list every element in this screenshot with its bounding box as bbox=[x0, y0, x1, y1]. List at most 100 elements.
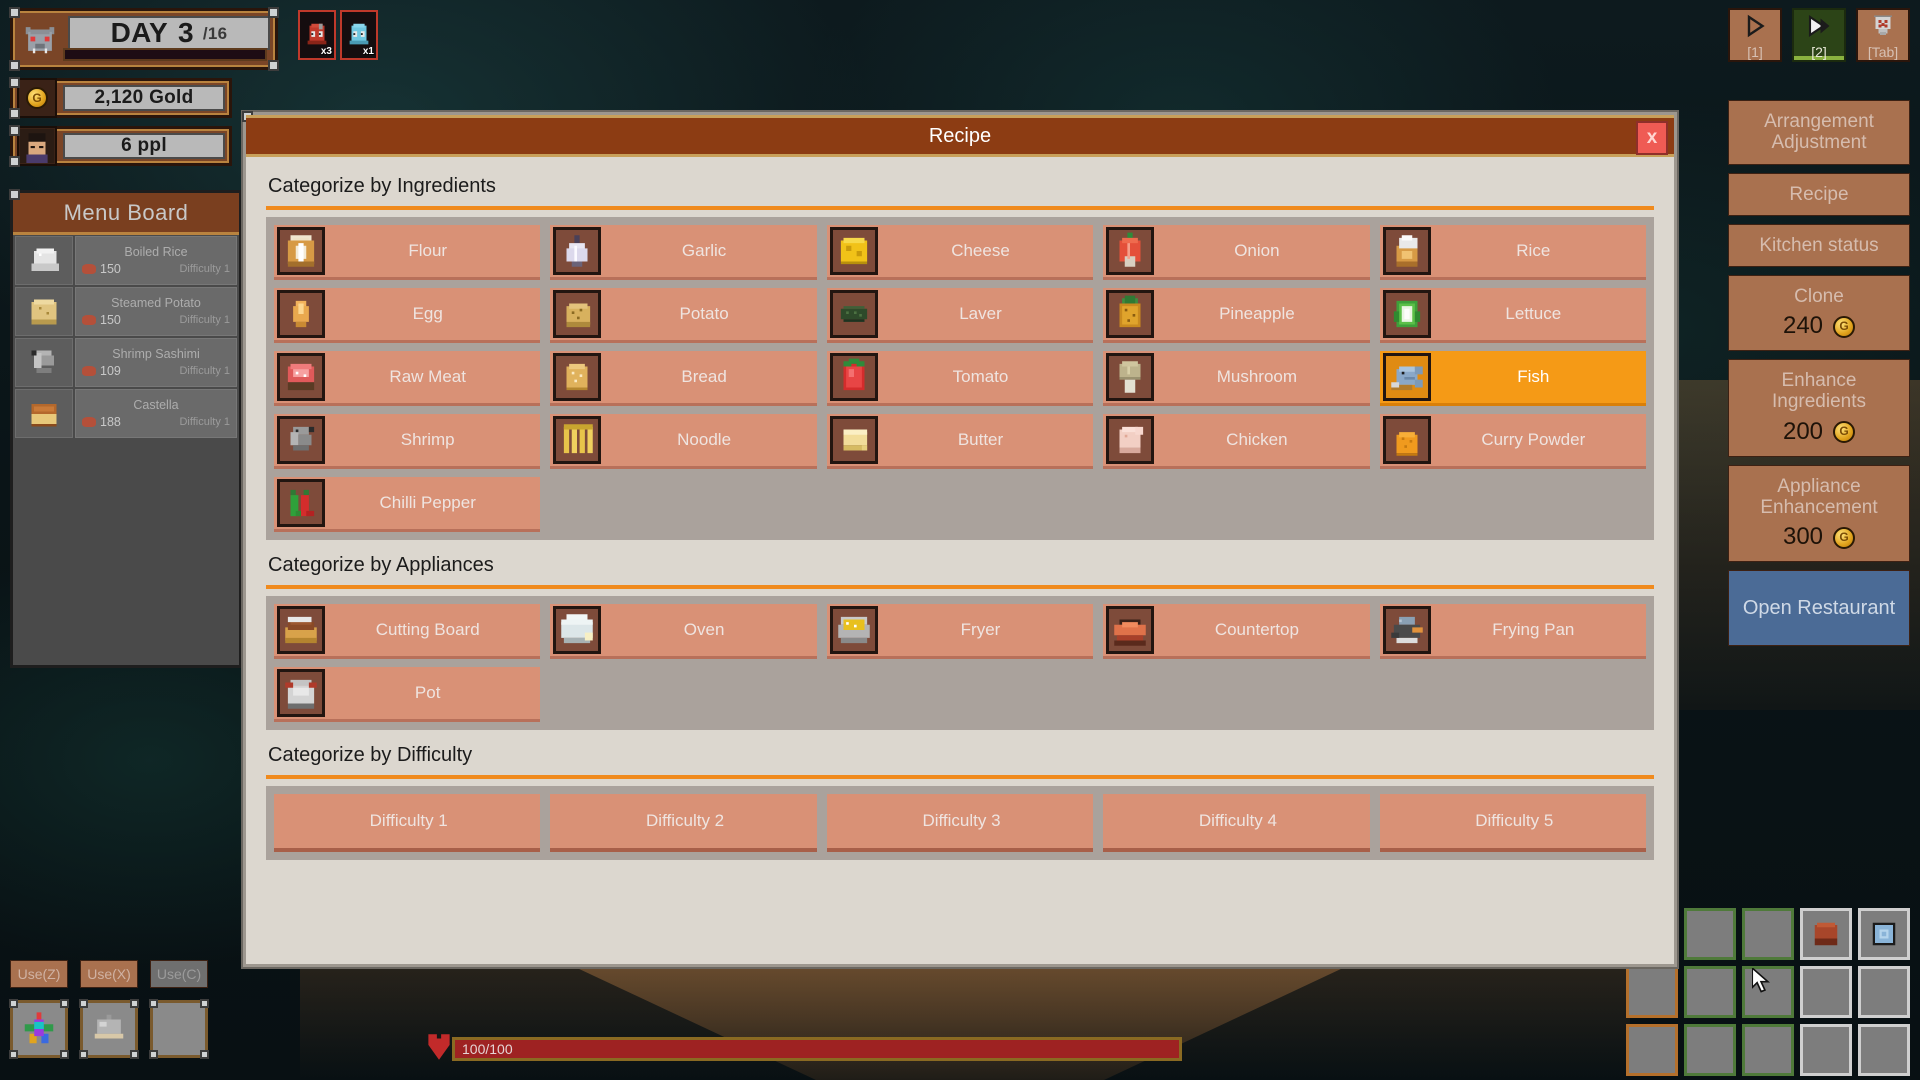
filter-item-oven[interactable]: Oven bbox=[550, 604, 817, 659]
inventory-cell-6[interactable] bbox=[1626, 966, 1678, 1018]
filter-item-bread[interactable]: Bread bbox=[550, 351, 817, 406]
filter-item-label: Difficulty 3 bbox=[922, 811, 1001, 830]
chilli-pepper-icon bbox=[277, 479, 325, 527]
inventory-cell-9[interactable] bbox=[1800, 966, 1852, 1018]
filter-item-potato[interactable]: Potato bbox=[550, 288, 817, 343]
item-slot-1[interactable] bbox=[9, 999, 69, 1059]
filter-item-noodle[interactable]: Noodle bbox=[550, 414, 817, 469]
corner-decor bbox=[268, 7, 279, 18]
filter-item-difficulty-4[interactable]: Difficulty 4 bbox=[1103, 794, 1370, 852]
inventory-cell-7[interactable] bbox=[1684, 966, 1736, 1018]
filter-item-rice[interactable]: Rice bbox=[1379, 225, 1646, 280]
filter-item-label: Difficulty 5 bbox=[1475, 811, 1554, 830]
shrimp-icon bbox=[277, 416, 325, 464]
filter-item-curry-powder[interactable]: Curry Powder bbox=[1379, 414, 1646, 469]
menu-item-name: Boiled Rice bbox=[124, 244, 188, 259]
corner-decor bbox=[200, 1050, 209, 1059]
filter-item-frying-pan[interactable]: Frying Pan bbox=[1379, 604, 1646, 659]
sidebar-button-label: Arrangement Adjustment bbox=[1764, 111, 1874, 154]
use-button-usec[interactable]: Use(C) bbox=[150, 960, 208, 988]
inventory-cell-4[interactable] bbox=[1800, 908, 1852, 960]
countertop-icon bbox=[1106, 606, 1155, 654]
corner-decor bbox=[9, 108, 20, 119]
hotkey-1-button[interactable]: [1] bbox=[1728, 8, 1782, 62]
filter-item-pot[interactable]: Pot bbox=[274, 667, 541, 722]
red-block-icon bbox=[1808, 916, 1844, 952]
inventory-cell-12[interactable] bbox=[1684, 1024, 1736, 1076]
corner-decor bbox=[9, 60, 20, 71]
bread-icon bbox=[553, 353, 602, 401]
inventory-cell-14[interactable] bbox=[1800, 1024, 1852, 1076]
filter-item-difficulty-1[interactable]: Difficulty 1 bbox=[274, 794, 541, 852]
inventory-cell-8[interactable] bbox=[1742, 966, 1794, 1018]
filter-item-tomato[interactable]: Tomato bbox=[826, 351, 1094, 406]
inventory-cell-3[interactable] bbox=[1742, 908, 1794, 960]
hotkey-tab-button[interactable]: [Tab] bbox=[1856, 8, 1910, 62]
menu-item-row[interactable]: Steamed Potato 150 Difficulty 1 bbox=[15, 287, 237, 336]
inventory-cell-10[interactable] bbox=[1858, 966, 1910, 1018]
filter-item-label: Butter bbox=[957, 430, 1004, 449]
filter-item-cutting-board[interactable]: Cutting Board bbox=[274, 604, 541, 659]
filter-item-fish[interactable]: Fish bbox=[1379, 351, 1646, 406]
hotkey-label: [2] bbox=[1811, 44, 1827, 60]
menu-item-row[interactable]: Shrimp Sashimi 109 Difficulty 1 bbox=[15, 338, 237, 387]
corner-decor bbox=[149, 1050, 158, 1059]
filter-item-lettuce[interactable]: Lettuce bbox=[1379, 288, 1646, 343]
filter-item-shrimp[interactable]: Shrimp bbox=[274, 414, 541, 469]
filter-item-cheese[interactable]: Cheese bbox=[826, 225, 1094, 280]
inventory-cell-15[interactable] bbox=[1858, 1024, 1910, 1076]
filter-item-egg[interactable]: Egg bbox=[274, 288, 541, 343]
hotkey-label: [1] bbox=[1747, 44, 1763, 60]
inventory-cell-13[interactable] bbox=[1742, 1024, 1794, 1076]
noodle-icon bbox=[553, 416, 602, 464]
frying-pan-icon bbox=[1382, 606, 1431, 654]
filter-item-fryer[interactable]: Fryer bbox=[826, 604, 1094, 659]
filter-item-difficulty-2[interactable]: Difficulty 2 bbox=[550, 794, 817, 852]
sidebar-button-appliance-enhancement[interactable]: Appliance Enhancement 300 G bbox=[1728, 464, 1910, 563]
curry-powder-icon bbox=[1382, 416, 1431, 464]
filter-item-difficulty-5[interactable]: Difficulty 5 bbox=[1379, 794, 1646, 852]
menu-item-thumbnail bbox=[15, 287, 73, 336]
filter-item-pineapple[interactable]: Pineapple bbox=[1103, 288, 1370, 343]
item-slot-2[interactable] bbox=[79, 999, 139, 1059]
sidebar-button-clone[interactable]: Clone 240 G bbox=[1728, 275, 1910, 352]
filter-item-label: Difficulty 2 bbox=[646, 811, 725, 830]
menu-item-row[interactable]: Boiled Rice 150 Difficulty 1 bbox=[15, 236, 237, 285]
use-button-usez[interactable]: Use(Z) bbox=[10, 960, 68, 988]
sidebar-button-arrangement-adjustment[interactable]: Arrangement Adjustment bbox=[1728, 100, 1910, 165]
floor-decoration-2 bbox=[560, 960, 1360, 1080]
sidebar-button-label: Clone bbox=[1794, 286, 1844, 308]
filter-item-chilli-pepper[interactable]: Chilli Pepper bbox=[274, 477, 541, 532]
sidebar-button-open-restaurant[interactable]: Open Restaurant bbox=[1728, 570, 1910, 647]
sidebar-button-kitchen-status[interactable]: Kitchen status bbox=[1728, 223, 1910, 268]
inventory-cell-2[interactable] bbox=[1684, 908, 1736, 960]
inventory-cell-5[interactable] bbox=[1858, 908, 1910, 960]
sidebar-button-cost: 300 G bbox=[1783, 523, 1856, 551]
inventory-cell-11[interactable] bbox=[1626, 1024, 1678, 1076]
close-icon[interactable]: x bbox=[1636, 121, 1668, 155]
item-slot-3[interactable] bbox=[149, 999, 209, 1059]
sidebar-button-enhance-ingredients[interactable]: Enhance Ingredients 200 G bbox=[1728, 359, 1910, 457]
filter-item-butter[interactable]: Butter bbox=[826, 414, 1094, 469]
butter-icon bbox=[829, 416, 878, 464]
filter-item-difficulty-3[interactable]: Difficulty 3 bbox=[826, 794, 1094, 852]
hotkey-2-button[interactable]: [2] bbox=[1792, 8, 1846, 62]
filter-item-label: Shrimp bbox=[400, 430, 455, 449]
filter-item-flour[interactable]: Flour bbox=[274, 225, 541, 280]
filter-item-raw-meat[interactable]: Raw Meat bbox=[274, 351, 541, 406]
castella-icon bbox=[24, 394, 64, 434]
use-button-usex[interactable]: Use(X) bbox=[80, 960, 138, 988]
corner-decor bbox=[79, 999, 88, 1008]
filter-item-onion[interactable]: Onion bbox=[1103, 225, 1370, 280]
health-text: 100/100 bbox=[462, 1041, 513, 1057]
gold-coin-icon: G bbox=[17, 78, 57, 118]
filter-item-mushroom[interactable]: Mushroom bbox=[1103, 351, 1370, 406]
sidebar-button-cost: 200 G bbox=[1783, 418, 1856, 446]
filter-item-laver[interactable]: Laver bbox=[826, 288, 1094, 343]
filter-item-countertop[interactable]: Countertop bbox=[1103, 604, 1370, 659]
menu-item-row[interactable]: Castella 188 Difficulty 1 bbox=[15, 389, 237, 438]
sidebar-button-recipe[interactable]: Recipe bbox=[1728, 172, 1910, 216]
filter-item-chicken[interactable]: Chicken bbox=[1103, 414, 1370, 469]
recipe-dialog: Recipe x Categorize by Ingredients Flour G… bbox=[242, 111, 1677, 967]
filter-item-garlic[interactable]: Garlic bbox=[550, 225, 817, 280]
